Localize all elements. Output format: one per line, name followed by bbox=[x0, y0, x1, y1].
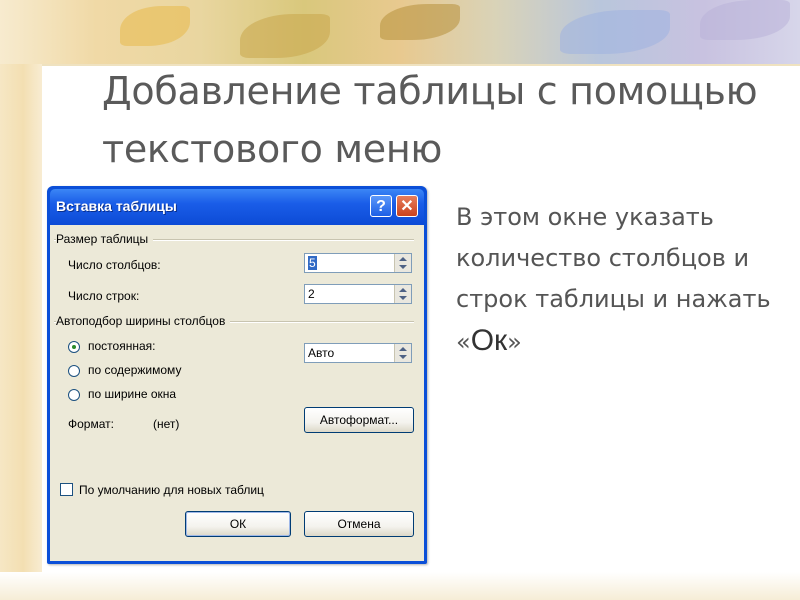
slide-body-text: В этом окне указать количество столбцов … bbox=[456, 197, 786, 363]
leaf-decoration bbox=[560, 10, 670, 54]
background-bottom-strip bbox=[0, 572, 800, 600]
spin-down-icon[interactable] bbox=[399, 265, 407, 269]
spin-down-icon[interactable] bbox=[399, 296, 407, 300]
leaf-decoration bbox=[120, 6, 190, 46]
dialog-body: Размер таблицы Число столбцов: 5 Число с… bbox=[50, 225, 424, 561]
radio-window-label[interactable]: по ширине окна bbox=[88, 387, 176, 401]
cancel-button[interactable]: Отмена bbox=[304, 511, 414, 537]
ok-button[interactable]: ОК bbox=[185, 511, 291, 537]
help-button[interactable]: ? bbox=[370, 195, 392, 217]
format-label: Формат: bbox=[68, 417, 114, 431]
rows-spin-buttons[interactable] bbox=[394, 285, 411, 303]
close-icon: ✕ bbox=[400, 198, 414, 215]
rows-stepper[interactable]: 2 bbox=[304, 284, 412, 304]
fixed-spin-buttons[interactable] bbox=[394, 344, 411, 362]
fixed-width-value: Авто bbox=[308, 346, 335, 360]
leaf-decoration bbox=[380, 4, 460, 40]
format-value: (нет) bbox=[153, 417, 180, 431]
spin-up-icon[interactable] bbox=[399, 257, 407, 261]
radio-window[interactable] bbox=[68, 389, 80, 401]
background-left-strip bbox=[0, 0, 42, 600]
radio-fixed-label[interactable]: постоянная: bbox=[88, 339, 155, 353]
group-autofit-label: Автоподбор ширины столбцов bbox=[56, 314, 231, 328]
spin-up-icon[interactable] bbox=[399, 288, 407, 292]
fixed-width-stepper[interactable]: Авто bbox=[304, 343, 412, 363]
dialog-title: Вставка таблицы bbox=[56, 198, 177, 214]
close-button[interactable]: ✕ bbox=[396, 195, 418, 217]
autoformat-button[interactable]: Автоформат... bbox=[304, 407, 414, 433]
body-text-ok: Ок bbox=[470, 324, 508, 357]
columns-value-text: 5 bbox=[308, 256, 317, 270]
rows-label: Число строк: bbox=[68, 289, 140, 303]
dialog-titlebar[interactable]: Вставка таблицы ? ✕ bbox=[50, 189, 424, 225]
radio-contents[interactable] bbox=[68, 365, 80, 377]
radio-fixed[interactable] bbox=[68, 341, 80, 353]
spin-up-icon[interactable] bbox=[399, 347, 407, 351]
background-top-banner bbox=[0, 0, 800, 64]
default-checkbox[interactable] bbox=[60, 483, 73, 496]
spin-down-icon[interactable] bbox=[399, 355, 407, 359]
slide-title: Добавление таблицы с помощью текстового … bbox=[102, 69, 758, 171]
columns-label: Число столбцов: bbox=[68, 258, 161, 272]
radio-contents-label[interactable]: по содержимому bbox=[88, 363, 181, 377]
columns-value: 5 bbox=[308, 256, 317, 270]
default-checkbox-label[interactable]: По умолчанию для новых таблиц bbox=[79, 483, 264, 497]
leaf-decoration bbox=[240, 14, 330, 58]
columns-stepper[interactable]: 5 bbox=[304, 253, 412, 273]
body-text-end: » bbox=[507, 328, 522, 356]
rows-value: 2 bbox=[308, 287, 315, 301]
leaf-decoration bbox=[700, 0, 790, 40]
insert-table-dialog: Вставка таблицы ? ✕ Размер таблицы Число… bbox=[47, 186, 427, 564]
group-size-label: Размер таблицы bbox=[56, 232, 154, 246]
help-icon: ? bbox=[376, 198, 386, 215]
columns-spin-buttons[interactable] bbox=[394, 254, 411, 272]
